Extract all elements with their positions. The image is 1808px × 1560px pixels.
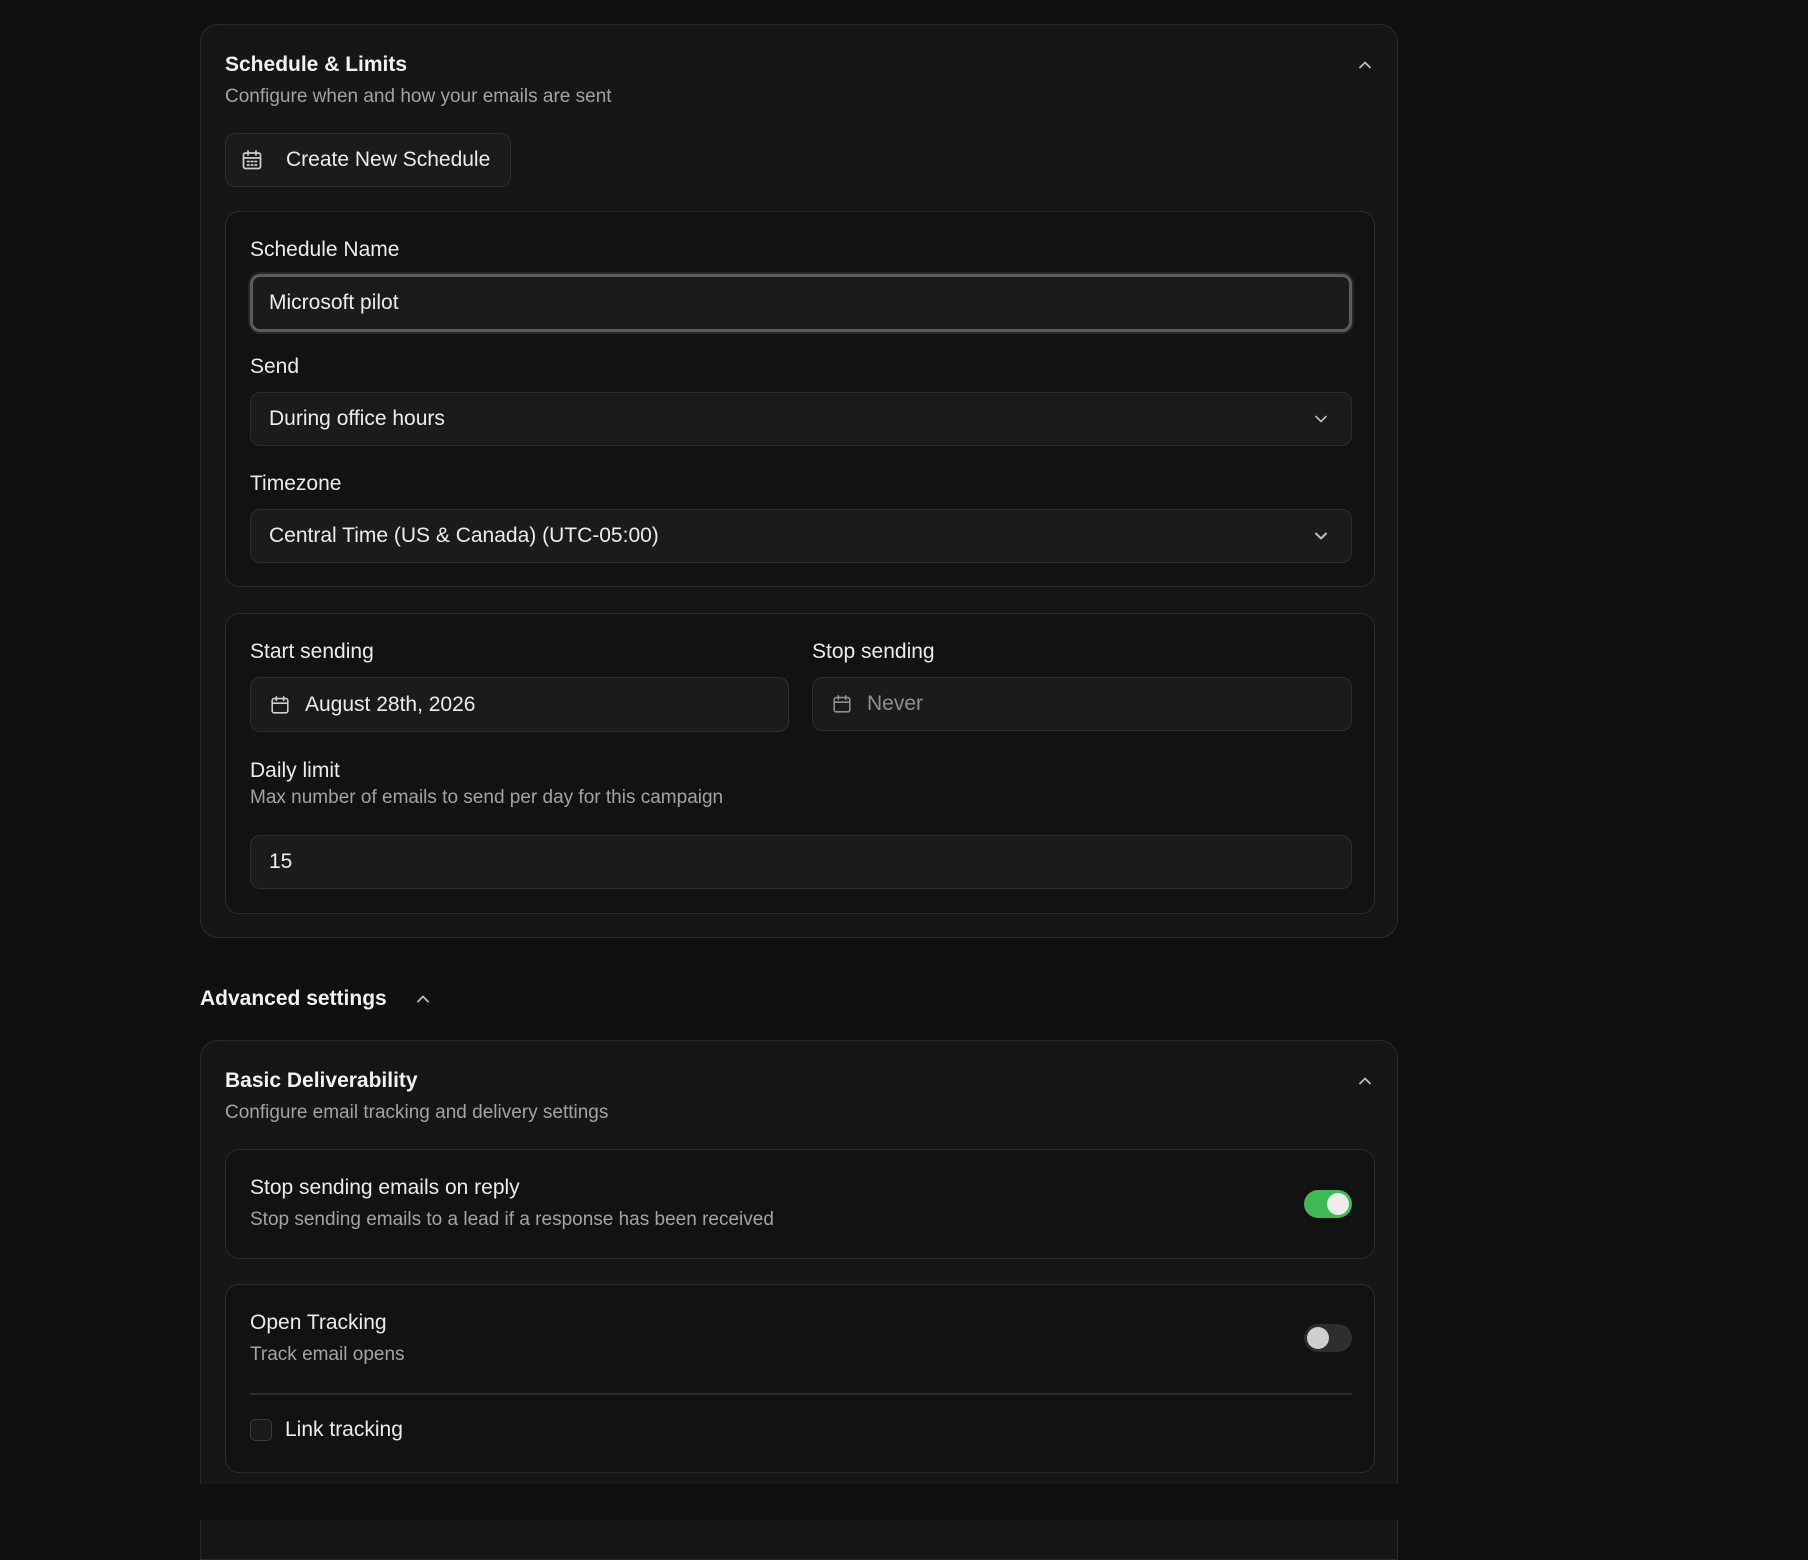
daily-limit-label: Daily limit (250, 759, 340, 782)
daily-limit-value: 15 (269, 850, 293, 873)
schedule-name-value: Microsoft pilot (269, 291, 399, 314)
start-sending-value: August 28th, 2026 (305, 692, 476, 716)
schedule-limits-card: Schedule & Limits Configure when and how… (200, 24, 1398, 938)
deliverability-card-title: Basic Deliverability (225, 1069, 418, 1092)
stop-on-reply-description: Stop sending emails to a lead if a respo… (250, 1209, 774, 1230)
advanced-settings-label: Advanced settings (200, 987, 387, 1010)
send-select[interactable]: During office hours (250, 392, 1352, 446)
divider (250, 1393, 1352, 1395)
collapse-chevron-up-icon[interactable] (1355, 55, 1375, 75)
open-tracking-description: Track email opens (250, 1344, 405, 1365)
calendar-icon (833, 694, 851, 713)
create-new-schedule-label: Create New Schedule (286, 148, 491, 171)
schedule-settings-box: Schedule Name Microsoft pilot Send Durin… (225, 211, 1375, 587)
deliverability-card-subtitle: Configure email tracking and delivery se… (225, 1102, 609, 1123)
stop-sending-label: Stop sending (812, 640, 935, 663)
open-tracking-title: Open Tracking (250, 1311, 387, 1334)
timezone-select-value: Central Time (US & Canada) (UTC-05:00) (269, 524, 659, 547)
send-select-value: During office hours (269, 407, 445, 430)
schedule-name-label: Schedule Name (250, 238, 400, 261)
calendar-icon (242, 150, 262, 170)
daily-limit-input[interactable]: 15 (250, 835, 1352, 889)
stop-sending-value: Never (867, 692, 924, 715)
stop-sending-date-picker[interactable]: Never (812, 677, 1352, 731)
start-sending-label: Start sending (250, 640, 374, 663)
timezone-label: Timezone (250, 472, 342, 495)
advanced-settings-toggle[interactable]: Advanced settings (200, 987, 433, 1011)
daily-limit-description: Max number of emails to send per day for… (250, 787, 724, 808)
stop-on-reply-box: Stop sending emails on reply Stop sendin… (225, 1149, 1375, 1259)
stop-on-reply-title: Stop sending emails on reply (250, 1176, 520, 1199)
link-tracking-label: Link tracking (285, 1418, 403, 1441)
open-tracking-box: Open Tracking Track email opens Link tra… (225, 1284, 1375, 1473)
schedule-card-title: Schedule & Limits (225, 53, 408, 76)
create-new-schedule-button[interactable]: Create New Schedule (225, 133, 511, 187)
stop-on-reply-toggle[interactable] (1304, 1190, 1352, 1218)
send-label: Send (250, 355, 300, 378)
schedule-name-input[interactable]: Microsoft pilot (250, 274, 1352, 332)
collapse-chevron-up-icon[interactable] (1355, 1071, 1375, 1091)
toggle-knob (1307, 1327, 1329, 1349)
toggle-knob (1327, 1193, 1349, 1215)
link-tracking-checkbox[interactable] (250, 1419, 272, 1441)
calendar-icon (271, 695, 289, 714)
schedule-card-subtitle: Configure when and how your emails are s… (225, 86, 612, 107)
sending-window-box: Start sending August 28th, 2026 Stop sen… (225, 613, 1375, 914)
basic-deliverability-card: Basic Deliverability Configure email tra… (200, 1040, 1398, 1560)
start-sending-date-picker[interactable]: August 28th, 2026 (250, 677, 789, 732)
chevron-down-icon (1315, 532, 1327, 540)
open-tracking-toggle[interactable] (1304, 1324, 1352, 1352)
chevron-down-icon (1315, 415, 1327, 423)
timezone-select[interactable]: Central Time (US & Canada) (UTC-05:00) (250, 509, 1352, 563)
page-bottom-strip (0, 1484, 1808, 1520)
chevron-up-icon (416, 995, 429, 1003)
